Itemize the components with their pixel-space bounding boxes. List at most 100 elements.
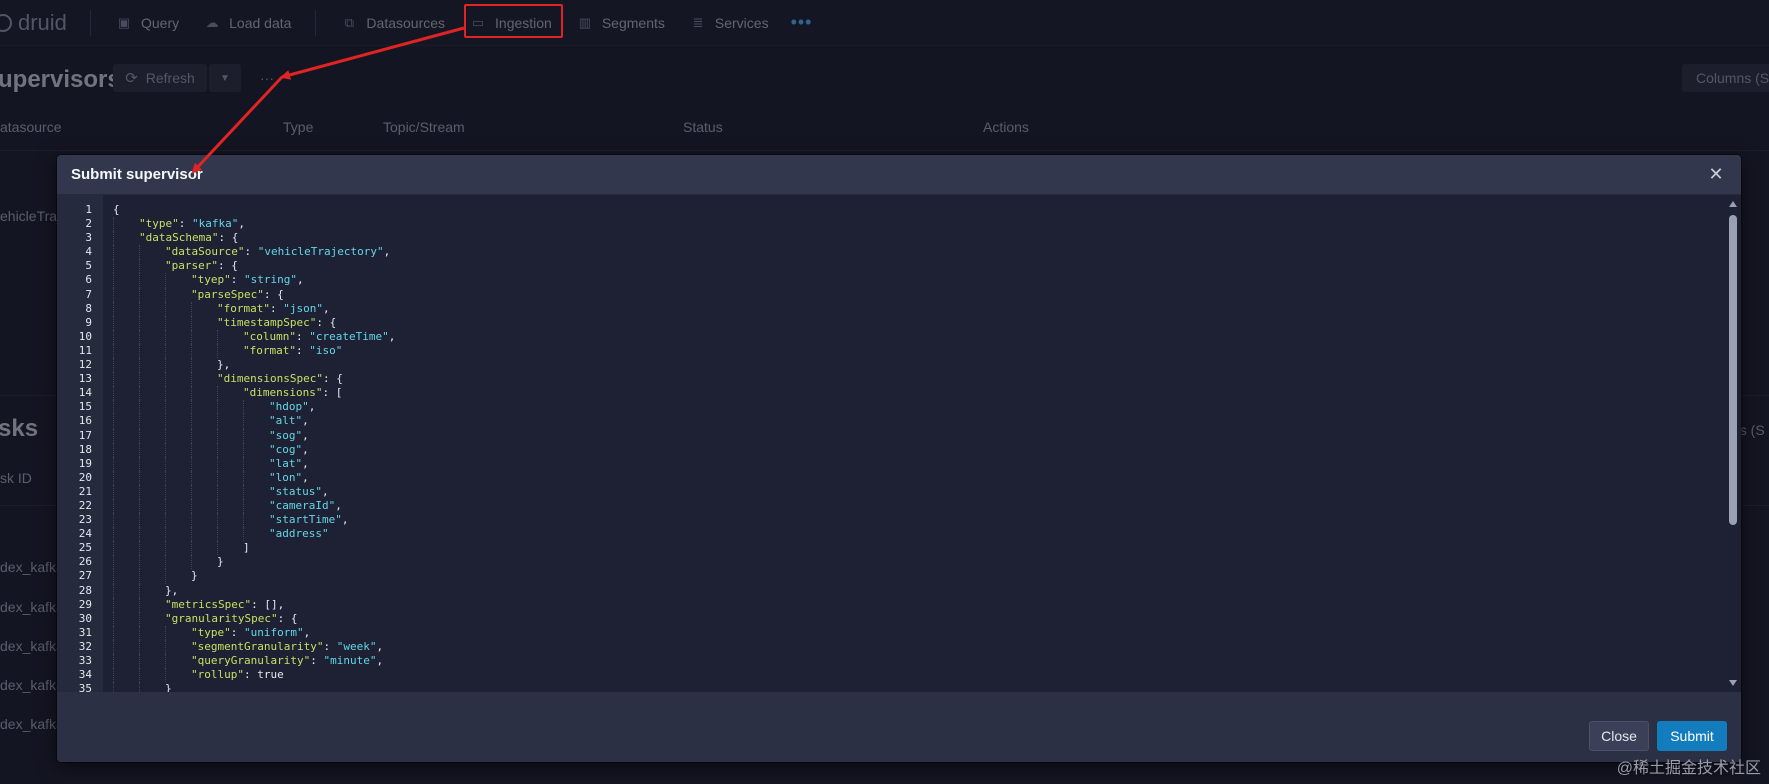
code-line[interactable]: "type": "uniform", — [113, 625, 1741, 640]
indent-guide — [113, 217, 139, 232]
code-line[interactable]: "timestampSpec": { — [113, 315, 1741, 330]
code-line[interactable]: "format": "json", — [113, 301, 1741, 316]
code-line[interactable]: "type": "kafka", — [113, 217, 1741, 232]
code-line[interactable]: "metricsSpec": [], — [113, 597, 1741, 612]
indent-guide — [139, 400, 165, 415]
json-punct: : { — [277, 611, 298, 625]
json-string: "iso" — [309, 343, 343, 357]
code-line[interactable]: "tyep": "string", — [113, 273, 1741, 288]
code-line[interactable]: "sog", — [113, 428, 1741, 443]
json-editor[interactable]: 1 2 3 4 5 6 7 8 9 10 11 12 13 14 15 16 17 18 19 20 21 22 23 24 2… — [57, 195, 1741, 697]
json-punct: , — [383, 245, 391, 259]
code-line[interactable]: }, — [113, 358, 1741, 373]
indent-guide — [217, 484, 243, 499]
indent-guide — [165, 527, 191, 542]
indent-guide — [113, 654, 139, 669]
line-number: 34 — [78, 668, 92, 682]
indent-guide — [139, 414, 165, 429]
indent-guide — [113, 400, 139, 415]
json-key: "segmentGranularity" — [191, 639, 324, 653]
code-line[interactable]: "dataSource": "vehicleTrajectory", — [113, 245, 1741, 260]
code-line[interactable]: "address" — [113, 527, 1741, 542]
json-string: "alt" — [269, 414, 303, 428]
indent-guide — [191, 301, 217, 316]
code-line[interactable]: "startTime", — [113, 513, 1741, 528]
indent-guide — [217, 329, 243, 344]
code-line[interactable]: "cameraId", — [113, 498, 1741, 514]
json-string: "week" — [336, 639, 377, 653]
indent-guide — [113, 329, 139, 344]
json-punct: : { — [217, 259, 238, 273]
indent-guide — [165, 668, 191, 683]
code-line[interactable]: "segmentGranularity": "week", — [113, 639, 1741, 654]
indent-guide — [243, 470, 269, 485]
code-line[interactable]: "dimensions": [ — [113, 386, 1741, 401]
scroll-up-icon[interactable] — [1729, 201, 1737, 207]
indent-guide — [191, 470, 217, 485]
code-line[interactable]: "lon", — [113, 470, 1741, 485]
indent-guide — [139, 639, 165, 654]
line-number: 33 — [78, 654, 92, 667]
code-line[interactable]: "cog", — [113, 442, 1741, 457]
json-punct: , — [296, 273, 304, 287]
indent-guide — [113, 428, 139, 443]
indent-guide — [139, 273, 165, 288]
json-key: "format" — [243, 343, 296, 357]
close-icon[interactable]: ✕ — [1705, 164, 1727, 185]
close-button[interactable]: Close — [1589, 721, 1649, 751]
indent-guide — [191, 498, 217, 514]
scroll-down-icon[interactable] — [1729, 680, 1737, 686]
code-line[interactable]: } — [113, 569, 1741, 584]
dialog-title: Submit supervisor — [71, 166, 203, 183]
indent-guide — [165, 428, 191, 443]
line-number: 11 — [78, 343, 92, 357]
code-line[interactable]: { — [113, 203, 1741, 217]
editor-scrollbar[interactable] — [1725, 195, 1741, 692]
code-line[interactable]: "parser": { — [113, 259, 1741, 274]
json-string: "cameraId" — [269, 498, 336, 512]
code-line[interactable]: "hdop", — [113, 400, 1741, 415]
json-key: "queryGranularity" — [191, 654, 311, 667]
code-line[interactable]: "format": "iso" — [113, 343, 1741, 359]
indent-guide — [113, 625, 139, 640]
code-line[interactable]: "dimensionsSpec": { — [113, 372, 1741, 387]
code-line[interactable]: ] — [113, 541, 1741, 556]
indent-guide — [165, 442, 191, 457]
submit-button[interactable]: Submit — [1657, 721, 1727, 751]
code-line[interactable]: "column": "createTime", — [113, 329, 1741, 344]
indent-guide — [139, 245, 165, 260]
code-line[interactable]: } — [113, 555, 1741, 570]
indent-guide — [113, 315, 139, 330]
code-line[interactable]: "rollup": true — [113, 668, 1741, 683]
indent-guide — [191, 513, 217, 528]
code-line[interactable]: "queryGranularity": "minute", — [113, 654, 1741, 669]
code-line[interactable]: "alt", — [113, 414, 1741, 429]
json-punct: , — [341, 513, 349, 527]
code-line[interactable]: "lat", — [113, 456, 1741, 471]
json-string: "sog" — [269, 428, 303, 442]
json-string: "cog" — [269, 442, 303, 456]
line-number: 3 — [85, 231, 92, 245]
json-punct: : — [323, 639, 337, 653]
code-area[interactable]: {"type": "kafka", "dataSchema": {"dataSou… — [103, 195, 1741, 697]
code-line[interactable]: }, — [113, 583, 1741, 598]
indent-guide — [243, 428, 269, 443]
line-number: 13 — [78, 372, 92, 386]
code-line[interactable]: "parseSpec": { — [113, 287, 1741, 302]
line-number: 12 — [78, 358, 92, 372]
indent-guide — [113, 301, 139, 316]
json-string: "minute" — [323, 654, 377, 667]
indent-guide — [113, 372, 139, 387]
indent-guide — [217, 442, 243, 457]
code-line[interactable]: "dataSchema": { — [113, 231, 1741, 246]
indent-guide — [165, 654, 191, 669]
code-line[interactable]: "granularitySpec": { — [113, 611, 1741, 626]
json-punct: : — [178, 217, 192, 231]
code-line[interactable]: "status", — [113, 484, 1741, 499]
scrollbar-thumb[interactable] — [1729, 215, 1737, 525]
indent-guide — [243, 513, 269, 528]
indent-guide — [139, 315, 165, 330]
indent-guide — [191, 541, 217, 556]
line-number: 7 — [85, 287, 92, 301]
indent-guide — [191, 442, 217, 457]
